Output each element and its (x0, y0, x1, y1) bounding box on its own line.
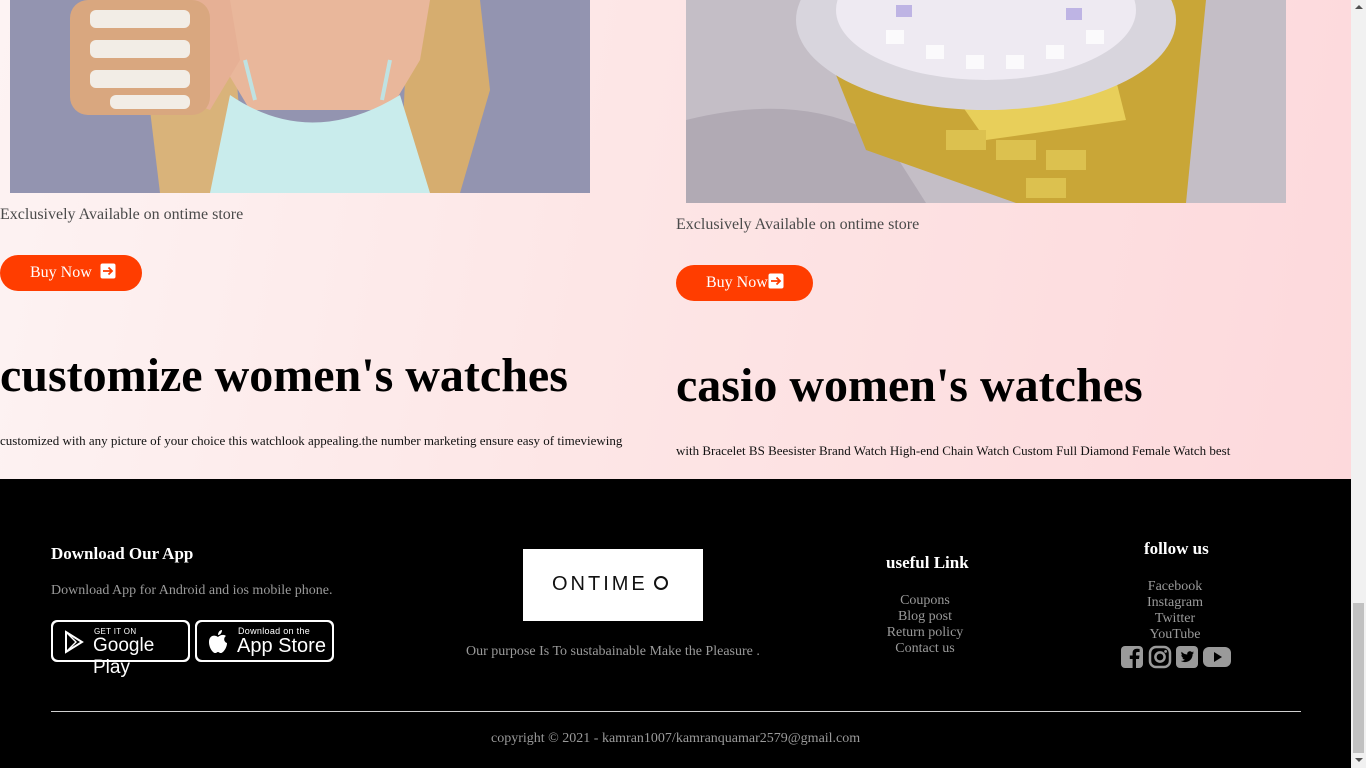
product-description: customized with any picture of your choi… (0, 433, 623, 448)
follow-links-list: Facebook Instagram Twitter YouTube (1100, 579, 1250, 643)
link-instagram[interactable]: Instagram (1100, 595, 1250, 611)
scrollbar-thumb[interactable] (1353, 603, 1364, 753)
product-image-diamond-watch[interactable] (686, 0, 1286, 203)
google-play-badge[interactable]: GET IT ON Google Play (51, 620, 190, 678)
buy-now-label: Buy Now (706, 274, 768, 291)
logo-clock-icon (654, 576, 668, 590)
products-section: Exclusively Available on ontime store Bu… (0, 0, 1351, 479)
product-title: casio women's watches (676, 359, 1143, 412)
link-twitter[interactable]: Twitter (1100, 611, 1250, 627)
google-play-icon (65, 630, 84, 654)
product-title: customize women's watches (0, 349, 568, 402)
link-return-policy[interactable]: Return policy (850, 625, 1000, 641)
link-contact-us[interactable]: Contact us (850, 641, 1000, 657)
follow-us-title: follow us (1144, 539, 1209, 558)
arrow-right-icon (100, 263, 116, 279)
useful-links-list: Coupons Blog post Return policy Contact … (850, 593, 1000, 657)
page: Exclusively Available on ontime store Bu… (0, 0, 1366, 768)
product-tagline: Exclusively Available on ontime store (676, 216, 920, 233)
product-tagline: Exclusively Available on ontime store (0, 206, 244, 223)
link-coupons[interactable]: Coupons (850, 593, 1000, 609)
youtube-icon[interactable] (1202, 645, 1232, 669)
link-youtube[interactable]: YouTube (1100, 627, 1250, 643)
copyright-text: copyright © 2021 - kamran1007/kamranquam… (491, 731, 861, 746)
app-store-big-text: App Store (237, 635, 326, 657)
instagram-icon[interactable] (1148, 645, 1172, 669)
arrow-right-icon (768, 273, 784, 289)
download-app-text: Download App for Android and ios mobile … (51, 583, 333, 598)
footer-divider (51, 711, 1301, 712)
product-image-woman-watch[interactable] (10, 0, 590, 193)
buy-now-button[interactable]: Buy Now (676, 265, 813, 301)
product-description: with Bracelet BS Beesister Brand Watch H… (676, 443, 1231, 458)
twitter-icon[interactable] (1175, 645, 1199, 669)
ontime-logo[interactable]: ONTIME (523, 549, 703, 621)
scroll-down-icon[interactable] (1355, 758, 1363, 762)
scroll-up-icon[interactable] (1355, 5, 1363, 9)
buy-now-label: Buy Now (30, 264, 92, 281)
facebook-icon[interactable] (1120, 645, 1144, 669)
brand-purpose-text: Our purpose Is To sustabainable Make the… (466, 644, 760, 659)
download-app-title: Download Our App (51, 544, 194, 563)
google-play-big-text: Google Play (93, 635, 155, 678)
link-facebook[interactable]: Facebook (1100, 579, 1250, 595)
vertical-scrollbar[interactable] (1351, 0, 1366, 768)
apple-icon (209, 630, 227, 653)
useful-link-title: useful Link (886, 553, 969, 572)
link-blog-post[interactable]: Blog post (850, 609, 1000, 625)
buy-now-button[interactable]: Buy Now (0, 255, 142, 291)
logo-text: ONTIME (552, 573, 648, 595)
app-store-badge[interactable]: Download on the App Store (195, 620, 334, 662)
